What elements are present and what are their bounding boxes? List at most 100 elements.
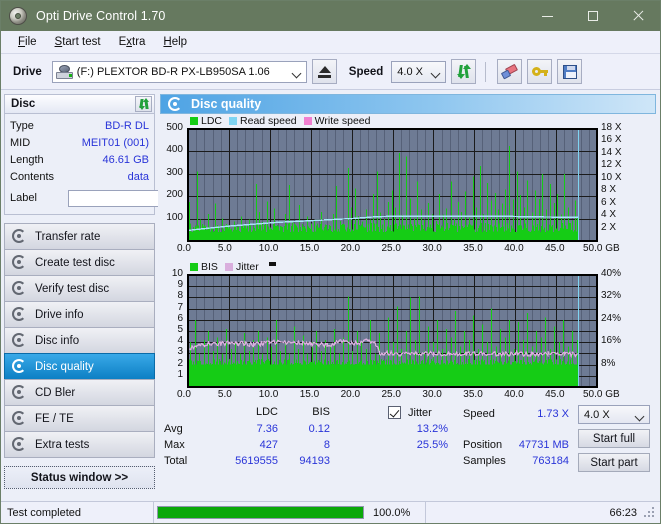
start-full-button[interactable]: Start full: [578, 429, 650, 448]
key-button[interactable]: [527, 59, 552, 84]
x-axis-tick-label: 15.0: [300, 389, 319, 400]
minimize-button[interactable]: [525, 1, 570, 31]
col-header-bis: BIS: [290, 406, 330, 418]
sidebar-item-label: FE / TE: [35, 413, 74, 425]
sidebar-item-extra-tests[interactable]: Extra tests: [4, 431, 155, 458]
disc-refresh-button[interactable]: [135, 96, 152, 112]
close-button[interactable]: [615, 1, 660, 31]
chevron-down-icon: [293, 70, 300, 77]
maximize-button[interactable]: [570, 1, 615, 31]
page-title: Disc quality: [191, 97, 261, 111]
x-axis-tick-label: 50.0 GB: [583, 243, 620, 254]
y-axis-tick-label: 2: [160, 358, 183, 369]
menu-file[interactable]: File: [9, 34, 46, 50]
y-axis-tick-label: 5: [160, 324, 183, 335]
menu-extra[interactable]: Extra: [110, 34, 155, 50]
sidebar-item-create-test-disc[interactable]: Create test disc: [4, 249, 155, 276]
drive-label: Drive: [13, 66, 42, 78]
disc-length-value: 46.61 GB: [68, 154, 149, 166]
eraser-icon: [502, 65, 518, 79]
drive-select[interactable]: (F:) PLEXTOR BD-R PX-LB950SA 1.06: [52, 61, 307, 83]
disc-icon: [12, 255, 27, 270]
legend-marker-icon: [269, 262, 276, 266]
x-axis-tick-label: 50.0 GB: [583, 389, 620, 400]
sidebar-item-transfer-rate[interactable]: Transfer rate: [4, 223, 155, 250]
disc-icon: [12, 229, 27, 244]
y-axis-tick-label: 9: [160, 279, 183, 290]
x-axis-tick-label: 40.0: [504, 389, 523, 400]
legend-label: Read speed: [240, 115, 297, 127]
y-axis-tick-label: 100: [160, 212, 183, 223]
x-axis-tick-label: 0.0: [177, 243, 191, 254]
x-axis-tick-label: 10.0: [259, 243, 278, 254]
menu-file-rest: ile: [25, 36, 37, 48]
jitter-checkbox[interactable]: [388, 406, 401, 419]
disc-icon: [12, 437, 27, 452]
status-bar: Test completed 100.0% 66:23: [1, 501, 660, 523]
total-ldc-value: 5619555: [214, 455, 278, 467]
y-axis-tick-label: 10: [160, 268, 183, 279]
y-axis-tick-label: 1: [160, 369, 183, 380]
sidebar-item-label: Transfer rate: [35, 231, 100, 243]
legend-item-read-speed: Read speed: [229, 115, 297, 127]
disc-length-label: Length: [10, 154, 68, 166]
legend-swatch-jitter: [225, 263, 233, 271]
disc-label-label: Label: [10, 192, 68, 204]
progress-fill: [158, 507, 363, 518]
result-speed-label: Speed: [463, 408, 495, 420]
main-panel: Disc quality LDC Read speed Write speed: [158, 90, 660, 475]
menu-bar: File Start test Extra Help: [1, 31, 660, 54]
eject-button[interactable]: [312, 59, 337, 84]
title-bar: Opti Drive Control 1.70: [1, 1, 660, 31]
sidebar-item-fe-te[interactable]: FE / TE: [4, 405, 155, 432]
test-speed-select[interactable]: 4.0 X: [578, 405, 650, 424]
resize-grip-icon[interactable]: [643, 506, 657, 520]
sidebar-item-drive-info[interactable]: Drive info: [4, 301, 155, 328]
y2-axis-tick-label: 16%: [601, 335, 621, 346]
x-axis-tick-label: 30.0: [422, 243, 441, 254]
chevron-down-icon: [432, 70, 439, 77]
refresh-button[interactable]: [451, 59, 476, 84]
sidebar-item-cd-bler[interactable]: CD Bler: [4, 379, 155, 406]
y-axis-tick-label: 8: [160, 290, 183, 301]
y-axis-tick-label: 7: [160, 302, 183, 313]
bis-chart[interactable]: 1 2 3 4 5 6 7 8 9 10 8% 16% 24% 32% 40% 0.0 5.0 10.0 15.0 2…: [160, 273, 656, 404]
sidebar-item-disc-info[interactable]: Disc info: [4, 327, 155, 354]
disc-icon: [12, 281, 27, 296]
menu-start-test-rest: tart test: [62, 36, 100, 48]
erase-button[interactable]: [497, 59, 522, 84]
y2-axis-tick-label: 2 X: [601, 222, 616, 233]
app-window: Opti Drive Control 1.70 File Start test …: [0, 0, 661, 524]
menu-start-test[interactable]: Start test: [46, 34, 110, 50]
ldc-chart[interactable]: 100 200 300 400 500 2 X4 X6 X8 X 10 X 12 X 14 X1…: [160, 127, 656, 258]
x-axis-tick-label: 35.0: [463, 243, 482, 254]
start-part-button[interactable]: Start part: [578, 453, 650, 472]
y-axis-tick-label: 300: [160, 167, 183, 178]
sidebar-item-label: Create test disc: [35, 257, 115, 269]
menu-help[interactable]: Help: [154, 34, 196, 50]
disc-mid-label: MID: [10, 137, 68, 149]
app-disc-icon: [8, 6, 28, 26]
x-axis-tick-label: 5.0: [218, 389, 232, 400]
x-axis-tick-label: 45.0: [545, 389, 564, 400]
legend-item-jitter: Jitter: [225, 261, 259, 273]
statistics-panel: LDC BIS Jitter Avg 7.36 0.12 13.2% Max 4…: [160, 406, 656, 474]
speed-select-value: 4.0 X: [397, 66, 423, 78]
sidebar-nav: Transfer rate Create test disc Verify te…: [4, 223, 155, 458]
elapsed-time: 66:23: [426, 502, 643, 523]
sidebar-item-verify-test-disc[interactable]: Verify test disc: [4, 275, 155, 302]
legend-label: Write speed: [315, 115, 371, 127]
status-window-button[interactable]: Status window >>: [4, 466, 155, 489]
legend-item-ldc: LDC: [190, 115, 222, 127]
save-button[interactable]: [557, 59, 582, 84]
sidebar-item-disc-quality[interactable]: Disc quality: [4, 353, 155, 380]
sidebar-item-label: Verify test disc: [35, 283, 109, 295]
disc-icon: [12, 333, 27, 348]
x-axis-tick-label: 5.0: [218, 243, 232, 254]
disc-type-label: Type: [10, 120, 68, 132]
disc-icon: [12, 385, 27, 400]
total-bis-value: 94193: [282, 455, 330, 467]
speed-select[interactable]: 4.0 X: [391, 61, 446, 83]
x-axis-tick-label: 10.0: [259, 389, 278, 400]
content-area: Disc Type BD-R DL MID MEIT01 (001) Lengt…: [1, 90, 660, 475]
